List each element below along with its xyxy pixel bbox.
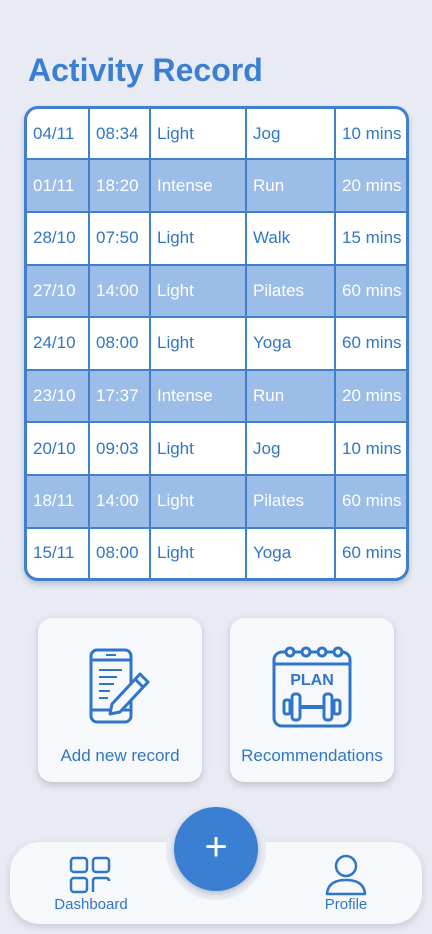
activity-cell: Yoga: [245, 526, 336, 578]
recommendations-label: Recommendations: [241, 746, 383, 765]
table-row[interactable]: 15/11 08:00 Light Yoga 60 mins: [27, 526, 406, 578]
table-row[interactable]: 20/10 09:03 Light Jog 10 mins: [27, 421, 406, 477]
duration-cell: 10 mins: [334, 421, 406, 477]
time-cell: 14:00: [88, 474, 151, 529]
duration-cell: 10 mins: [334, 109, 406, 161]
plan-icon-text: PLAN: [290, 672, 334, 689]
duration-cell: 20 mins: [334, 368, 406, 424]
time-cell: 08:00: [88, 526, 151, 578]
activity-cell: Pilates: [245, 263, 336, 319]
nav-dashboard[interactable]: Dashboard: [48, 856, 134, 913]
add-record-label: Add new record: [60, 746, 180, 765]
activity-cell: Pilates: [245, 474, 336, 529]
nav-profile[interactable]: Profile: [306, 854, 386, 913]
activity-cell: Yoga: [245, 316, 336, 371]
duration-cell: 15 mins: [334, 210, 406, 266]
intensity-cell: Light: [149, 474, 247, 529]
intensity-cell: Light: [149, 210, 247, 266]
time-cell: 07:50: [88, 210, 151, 266]
date-cell: 18/11: [27, 474, 90, 529]
table-row[interactable]: 01/11 18:20 Intense Run 20 mins: [27, 158, 406, 213]
time-cell: 08:34: [88, 109, 151, 161]
duration-cell: 60 mins: [334, 263, 406, 319]
activity-table: 04/11 08:34 Light Jog 10 mins 01/11 18:20 Inten…: [24, 106, 409, 581]
intensity-cell: Light: [149, 263, 247, 319]
recommendations-card[interactable]: PLAN Recommendations: [230, 618, 394, 782]
time-cell: 17:37: [88, 368, 151, 424]
table-row[interactable]: 18/11 14:00 Light Pilates 60 mins: [27, 474, 406, 529]
add-fab-button[interactable]: +: [174, 807, 258, 891]
intensity-cell: Light: [149, 316, 247, 371]
table-row[interactable]: 24/10 08:00 Light Yoga 60 mins: [27, 316, 406, 371]
time-cell: 14:00: [88, 263, 151, 319]
user-icon: [325, 854, 367, 896]
intensity-cell: Light: [149, 109, 247, 161]
grid-icon: [69, 856, 111, 894]
table-row[interactable]: 23/10 17:37 Intense Run 20 mins: [27, 368, 406, 424]
page-title: Activity Record: [28, 52, 263, 88]
date-cell: 23/10: [27, 368, 90, 424]
table-row[interactable]: 28/10 07:50 Light Walk 15 mins: [27, 210, 406, 266]
nav-dashboard-label: Dashboard: [54, 896, 128, 913]
intensity-cell: Light: [149, 421, 247, 477]
intensity-cell: Intense: [149, 368, 247, 424]
activity-cell: Run: [245, 158, 336, 213]
date-cell: 27/10: [27, 263, 90, 319]
table-row[interactable]: 27/10 14:00 Light Pilates 60 mins: [27, 263, 406, 319]
time-cell: 08:00: [88, 316, 151, 371]
date-cell: 24/10: [27, 316, 90, 371]
date-cell: 20/10: [27, 421, 90, 477]
plus-icon: +: [204, 825, 228, 869]
activity-cell: Walk: [245, 210, 336, 266]
duration-cell: 60 mins: [334, 526, 406, 578]
intensity-cell: Light: [149, 526, 247, 578]
duration-cell: 60 mins: [334, 316, 406, 371]
intensity-cell: Intense: [149, 158, 247, 213]
activity-cell: Jog: [245, 421, 336, 477]
table-row[interactable]: 04/11 08:34 Light Jog 10 mins: [27, 109, 406, 161]
time-cell: 09:03: [88, 421, 151, 477]
date-cell: 04/11: [27, 109, 90, 161]
date-cell: 28/10: [27, 210, 90, 266]
add-record-card[interactable]: Add new record: [38, 618, 202, 782]
duration-cell: 20 mins: [334, 158, 406, 213]
activity-cell: Jog: [245, 109, 336, 161]
duration-cell: 60 mins: [334, 474, 406, 529]
time-cell: 18:20: [88, 158, 151, 213]
nav-profile-label: Profile: [324, 896, 368, 913]
plan-calendar-icon: PLAN: [272, 646, 352, 728]
date-cell: 15/11: [27, 526, 90, 578]
phone-edit-icon: [89, 648, 150, 724]
date-cell: 01/11: [27, 158, 90, 213]
activity-cell: Run: [245, 368, 336, 424]
